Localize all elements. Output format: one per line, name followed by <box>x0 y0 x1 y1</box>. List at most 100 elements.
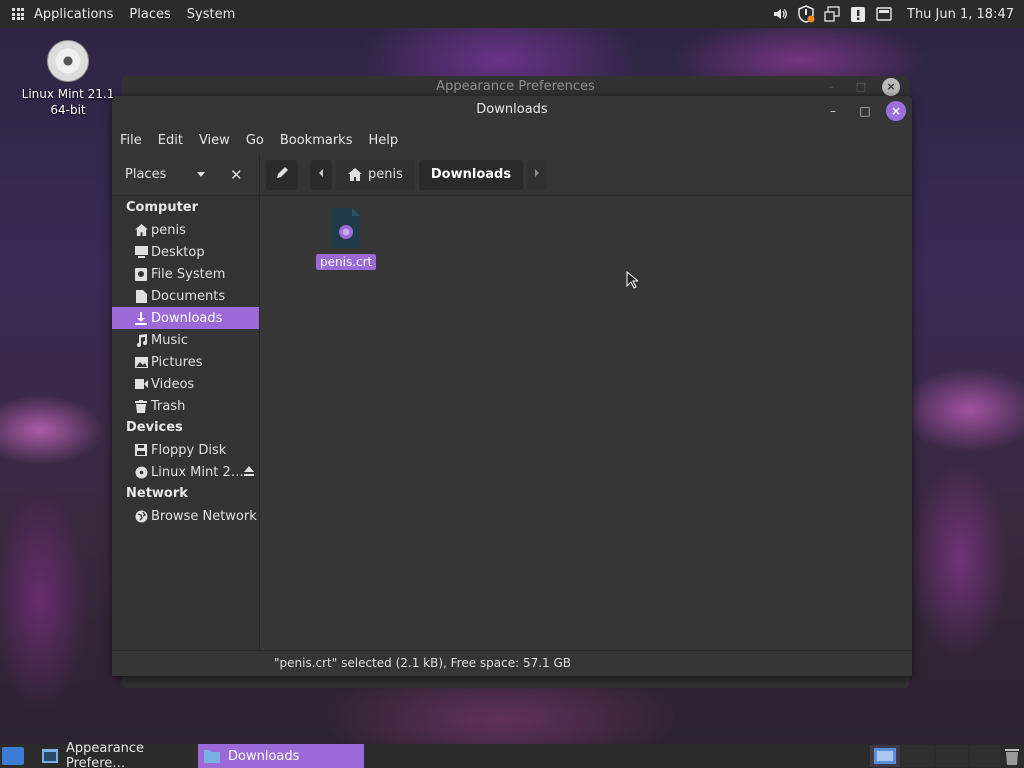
home-icon <box>348 168 362 181</box>
sidebar-item-label: Desktop <box>151 244 205 260</box>
sidebar-item-documents[interactable]: Documents <box>112 285 259 307</box>
music-icon <box>134 333 148 347</box>
sidebar-item-install-disc[interactable]: Linux Mint 2… <box>112 461 259 483</box>
sidebar-heading-computer: Computer <box>126 200 199 215</box>
sidebar-item-floppy[interactable]: Floppy Disk <box>112 439 259 461</box>
clipboard-alert-icon[interactable] <box>849 5 867 23</box>
drive-icon <box>134 267 148 281</box>
sidebar-item-downloads[interactable]: Downloads <box>112 307 259 329</box>
workspace-4[interactable] <box>970 745 1000 767</box>
sidebar-item-label: Trash <box>151 398 186 414</box>
workspace-3[interactable] <box>936 745 968 767</box>
show-desktop-icon[interactable] <box>2 747 24 765</box>
shield-update-icon[interactable] <box>797 5 815 23</box>
close-sidebar-icon[interactable]: ✕ <box>230 166 243 184</box>
sidebar-item-file-system[interactable]: File System <box>112 263 259 285</box>
pencil-icon <box>275 166 289 184</box>
window-icon <box>42 749 58 763</box>
desktop-icon <box>134 245 148 259</box>
background-window-title: Appearance Preferences <box>436 79 595 94</box>
picture-icon <box>134 355 148 369</box>
workspace-2[interactable] <box>902 745 934 767</box>
chevron-down-icon[interactable] <box>196 168 206 183</box>
window-titlebar[interactable]: Downloads – □ × <box>112 96 912 126</box>
chevron-left-icon <box>317 167 325 182</box>
battery-icon[interactable] <box>875 5 893 23</box>
menu-applications[interactable]: Applications <box>34 7 113 22</box>
folder-icon <box>204 749 220 763</box>
background-minimize-button[interactable]: – <box>823 79 839 95</box>
menu-edit[interactable]: Edit <box>158 133 183 148</box>
file-item[interactable]: penis.crt <box>316 208 377 270</box>
floppy-icon <box>134 443 148 457</box>
path-scroll-right-button[interactable] <box>527 159 548 190</box>
sidebar-item-label: Linux Mint 2… <box>151 464 244 480</box>
sidebar-item-home[interactable]: penis <box>112 219 259 241</box>
background-maximize-button[interactable]: □ <box>853 79 869 95</box>
close-button[interactable]: × <box>886 101 906 121</box>
edit-location-button[interactable] <box>266 159 298 190</box>
sidebar-item-music[interactable]: Music <box>112 329 259 351</box>
status-bar: "penis.crt" selected (2.1 kB), Free spac… <box>112 650 912 676</box>
apps-grid-icon[interactable] <box>12 8 24 20</box>
network-icon[interactable] <box>823 5 841 23</box>
video-icon <box>134 377 148 391</box>
trash-icon <box>134 399 148 413</box>
menu-system[interactable]: System <box>187 7 235 22</box>
menu-view[interactable]: View <box>199 133 230 148</box>
sidebar-item-trash[interactable]: Trash <box>112 395 259 417</box>
places-sidebar: Computer penis Desktop File System Docum… <box>112 196 260 650</box>
task-label: Appearance Prefere… <box>66 741 145 768</box>
download-icon <box>134 311 148 325</box>
menu-places[interactable]: Places <box>129 7 170 22</box>
certificate-icon <box>316 208 376 252</box>
workspace-switcher[interactable] <box>870 745 900 767</box>
maximize-button[interactable]: □ <box>856 102 874 120</box>
file-name: penis.crt <box>316 254 377 270</box>
minimize-button[interactable]: – <box>824 102 842 120</box>
sidebar-item-label: Floppy Disk <box>151 442 227 458</box>
sidebar-item-label: penis <box>151 222 186 238</box>
clock[interactable]: Thu Jun 1, 18:47 <box>907 7 1014 22</box>
sidebar-item-label: Music <box>151 332 188 348</box>
document-icon <box>134 289 148 303</box>
sidebar-heading-devices: Devices <box>126 420 183 435</box>
desktop-icon-label-line1: Linux Mint 21.1 <box>21 87 115 101</box>
menu-bookmarks[interactable]: Bookmarks <box>280 133 353 148</box>
sidebar-item-label: File System <box>151 266 226 282</box>
breadcrumb-downloads[interactable]: Downloads <box>418 159 524 190</box>
sidebar-item-pictures[interactable]: Pictures <box>112 351 259 373</box>
sidebar-item-videos[interactable]: Videos <box>112 373 259 395</box>
menubar: File Edit View Go Bookmarks Help <box>112 126 912 154</box>
sidebar-item-desktop[interactable]: Desktop <box>112 241 259 263</box>
desktop-icon-install-disc[interactable]: Linux Mint 21.1 64-bit <box>18 40 118 118</box>
task-appearance-preferences[interactable]: Appearance Prefere… <box>36 741 198 768</box>
disc-icon <box>134 465 148 479</box>
task-label: Downloads <box>228 748 300 764</box>
breadcrumb-home-label: penis <box>368 167 403 182</box>
top-panel: Applications Places System Thu Jun 1, 18… <box>0 0 1024 28</box>
disc-icon <box>47 40 89 82</box>
background-close-button[interactable]: × <box>882 78 900 96</box>
task-downloads[interactable]: Downloads <box>198 744 364 768</box>
trash-icon[interactable] <box>1003 747 1021 768</box>
eject-icon[interactable] <box>243 465 255 481</box>
window-title: Downloads <box>476 102 548 117</box>
sidebar-item-label: Documents <box>151 288 226 304</box>
breadcrumb-downloads-label: Downloads <box>430 167 512 182</box>
menu-file[interactable]: File <box>120 133 142 148</box>
sidebar-item-label: Downloads <box>151 310 223 326</box>
file-view[interactable]: penis.crt <box>260 196 912 650</box>
menu-help[interactable]: Help <box>368 133 398 148</box>
sidebar-item-browse-network[interactable]: Browse Network <box>112 505 259 527</box>
chevron-right-icon <box>533 167 541 182</box>
breadcrumb-home[interactable]: penis <box>336 159 415 190</box>
desktop-icon-label-line2: 64-bit <box>50 103 86 117</box>
volume-icon[interactable] <box>771 5 789 23</box>
taskbar: Appearance Prefere… Downloads <box>0 741 1024 768</box>
menu-go[interactable]: Go <box>246 133 264 148</box>
path-scroll-left-button[interactable] <box>310 159 332 190</box>
places-selector[interactable]: Places ✕ <box>112 153 260 196</box>
file-manager-window: Downloads – □ × File Edit View Go Bookma… <box>112 96 912 676</box>
home-icon <box>134 223 148 237</box>
